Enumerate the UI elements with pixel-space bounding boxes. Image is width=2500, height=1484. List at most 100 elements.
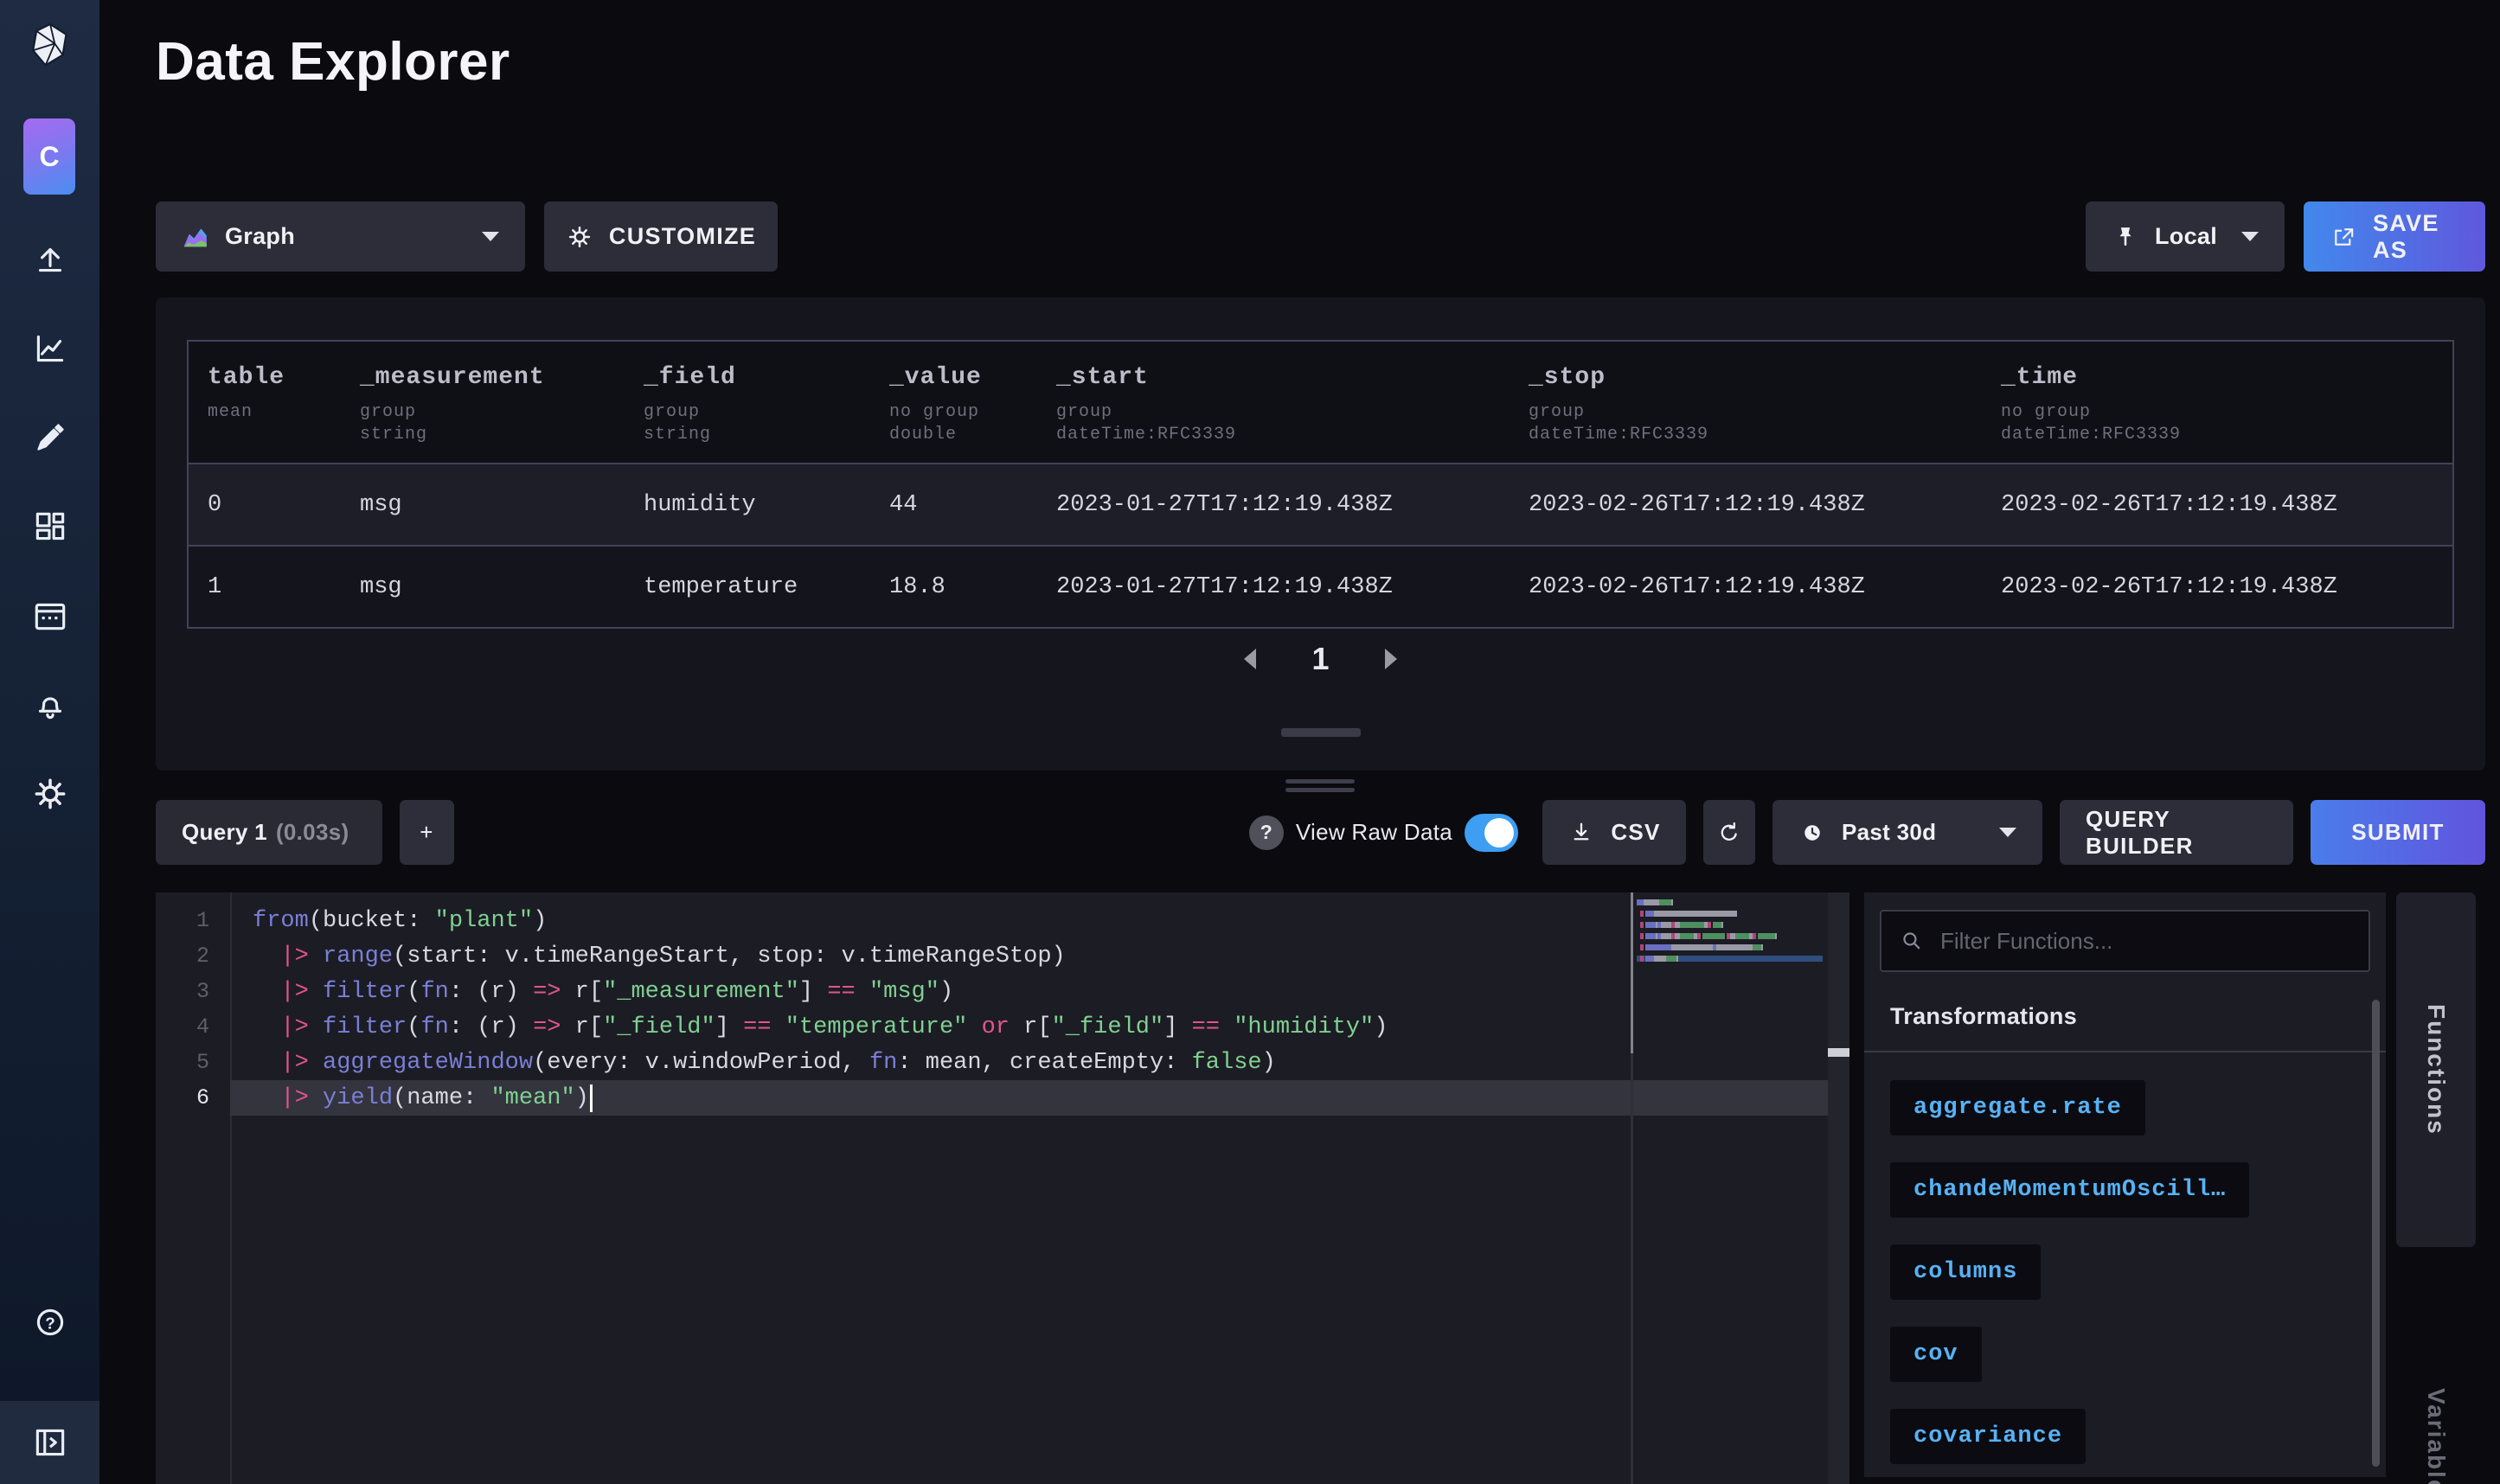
functions-panel: Transformations aggregate.ratechandeMome…	[1864, 892, 2386, 1477]
view-type-dropdown[interactable]: Graph	[156, 201, 525, 272]
page-title: Data Explorer	[156, 31, 510, 93]
code-line-6[interactable]: 6 |> yield(name: "mean")	[156, 1080, 1849, 1116]
pagination: 1	[156, 640, 2485, 678]
query-builder-button[interactable]: QUERY BUILDER	[2060, 800, 2293, 865]
minimap-line	[1637, 922, 1823, 928]
calendar-icon	[30, 596, 70, 636]
table-body: 0msghumidity442023-01-27T17:12:19.438Z20…	[189, 464, 2452, 627]
function-item[interactable]: cov	[1890, 1327, 1982, 1382]
functions-tab[interactable]: Functions	[2396, 892, 2476, 1247]
svg-text:?: ?	[45, 1314, 54, 1332]
prev-page-button[interactable]	[1244, 649, 1256, 669]
sidebar-item-alerts[interactable]	[30, 685, 70, 725]
bell-icon	[30, 685, 70, 725]
time-range-dropdown[interactable]: Past 30d	[1772, 800, 2042, 865]
customize-button[interactable]: CUSTOMIZE	[544, 201, 778, 272]
function-item[interactable]: covariance	[1890, 1409, 2086, 1464]
editor-scrollbar-thumb[interactable]	[1828, 1048, 1849, 1057]
editor-minimap[interactable]	[1637, 899, 1823, 967]
question-mark-icon[interactable]: ?	[1249, 816, 1284, 850]
view-raw-data-label: View Raw Data	[1296, 819, 1452, 846]
editor-side-tabs: Functions Variables	[2396, 892, 2476, 1484]
upload-icon	[30, 240, 70, 279]
filter-functions-input[interactable]	[1939, 927, 2351, 956]
sidebar-item-expand-nav[interactable]	[0, 1401, 99, 1484]
submit-button[interactable]: SUBMIT	[2311, 800, 2485, 865]
code-line-2[interactable]: 2 |> range(start: v.timeRangeStart, stop…	[156, 938, 1849, 974]
minimap-edge	[1631, 892, 1633, 1484]
gear-icon	[566, 223, 593, 251]
column-header-_field: _field groupstring	[625, 342, 870, 463]
caret-down-icon	[1999, 828, 2016, 837]
pen-icon	[30, 418, 70, 457]
view-type-label: Graph	[225, 223, 295, 250]
line-number: 6	[156, 1085, 209, 1110]
csv-button[interactable]: CSV	[1542, 800, 1686, 865]
view-controls-row: Graph CUSTOMIZE Local SAVE AS	[156, 201, 2485, 272]
local-label: Local	[2155, 223, 2217, 250]
area-chart-icon	[182, 223, 209, 251]
sidebar-item-tasks[interactable]	[30, 596, 70, 636]
search-icon	[1899, 928, 1925, 954]
dashboards-icon	[30, 507, 70, 547]
toggle-knob	[1484, 818, 1514, 848]
code-lines: 1 from(bucket: "plant") 2 |> range(start…	[156, 892, 1849, 1116]
save-as-button[interactable]: SAVE AS	[2304, 201, 2485, 272]
variables-tab[interactable]: Variables	[2396, 1349, 2476, 1484]
table-row: 1msgtemperature18.82023-01-27T17:12:19.4…	[189, 545, 2452, 627]
refresh-button[interactable]	[1703, 800, 1755, 865]
line-number: 2	[156, 943, 209, 969]
table-cell: 2023-02-26T17:12:19.438Z	[1982, 574, 2452, 600]
filter-functions-box[interactable]	[1880, 910, 2370, 972]
column-header-_value: _value no groupdouble	[870, 342, 1037, 463]
caret-down-icon	[482, 232, 499, 241]
gear-icon	[30, 774, 70, 814]
code-line-1[interactable]: 1 from(bucket: "plant")	[156, 903, 1849, 938]
table-cell: msg	[341, 574, 625, 600]
table-cell: 1	[189, 574, 341, 600]
column-header-_time: _time no groupdateTime:RFC3339	[1982, 342, 2452, 463]
help-icon: ?	[30, 1302, 70, 1342]
clock-icon	[1798, 819, 1826, 847]
minimap-line	[1637, 933, 1823, 939]
add-query-button[interactable]: +	[400, 800, 454, 865]
functions-scrollbar-thumb[interactable]	[2372, 1000, 2380, 1467]
query-tab[interactable]: Query 1 (0.03s)	[156, 800, 382, 865]
local-dropdown[interactable]: Local	[2086, 201, 2285, 272]
sidebar-item-settings[interactable]	[30, 774, 70, 814]
table-cell: 2023-02-26T17:12:19.438Z	[1982, 492, 2452, 518]
sidebar-nav	[0, 240, 99, 814]
function-item[interactable]: aggregate.rate	[1890, 1080, 2145, 1135]
sidebar-item-dashboards[interactable]	[30, 507, 70, 547]
function-item[interactable]: columns	[1890, 1244, 2041, 1300]
pagination-scrollbar[interactable]	[1281, 728, 1361, 737]
query-tab-name: Query 1	[182, 819, 267, 846]
table-row: 0msghumidity442023-01-27T17:12:19.438Z20…	[189, 464, 2452, 545]
line-number: 3	[156, 979, 209, 1004]
sidebar: C ?	[0, 0, 99, 1484]
line-number: 4	[156, 1014, 209, 1039]
pane-resize-handle[interactable]	[1285, 779, 1355, 796]
main-content: Data Explorer Graph CUSTOMIZE Local SAVE…	[99, 0, 2500, 1484]
sidebar-item-help[interactable]: ?	[0, 1302, 99, 1342]
sidebar-item-notebooks[interactable]	[30, 418, 70, 457]
sidebar-item-data-explorer[interactable]	[30, 329, 70, 368]
avatar-label: C	[39, 141, 59, 173]
function-item[interactable]: chandeMomentumOscill…	[1890, 1162, 2249, 1218]
influxdb-logo-icon	[25, 21, 75, 71]
avatar[interactable]: C	[23, 118, 75, 195]
influxdb-logo[interactable]	[0, 21, 99, 71]
sidebar-item-load-data[interactable]	[30, 240, 70, 279]
code-line-4[interactable]: 4 |> filter(fn: (r) => r["_field"] == "t…	[156, 1009, 1849, 1045]
customize-label: CUSTOMIZE	[609, 223, 756, 250]
next-page-button[interactable]	[1385, 649, 1397, 669]
view-raw-data-toggle[interactable]	[1465, 814, 1518, 852]
flux-code-editor[interactable]: 1 from(bucket: "plant") 2 |> range(start…	[156, 892, 1849, 1484]
code-line-3[interactable]: 3 |> filter(fn: (r) => r["_measurement"]…	[156, 974, 1849, 1009]
caret-down-icon	[2241, 232, 2259, 241]
code-line-5[interactable]: 5 |> aggregateWindow(every: v.windowPeri…	[156, 1045, 1849, 1080]
table-cell: temperature	[625, 574, 870, 600]
table-cell: 2023-01-27T17:12:19.438Z	[1037, 492, 1510, 518]
line-number: 1	[156, 908, 209, 933]
query-controls-row: Query 1 (0.03s) + ? View Raw Data CSV	[156, 800, 2485, 865]
